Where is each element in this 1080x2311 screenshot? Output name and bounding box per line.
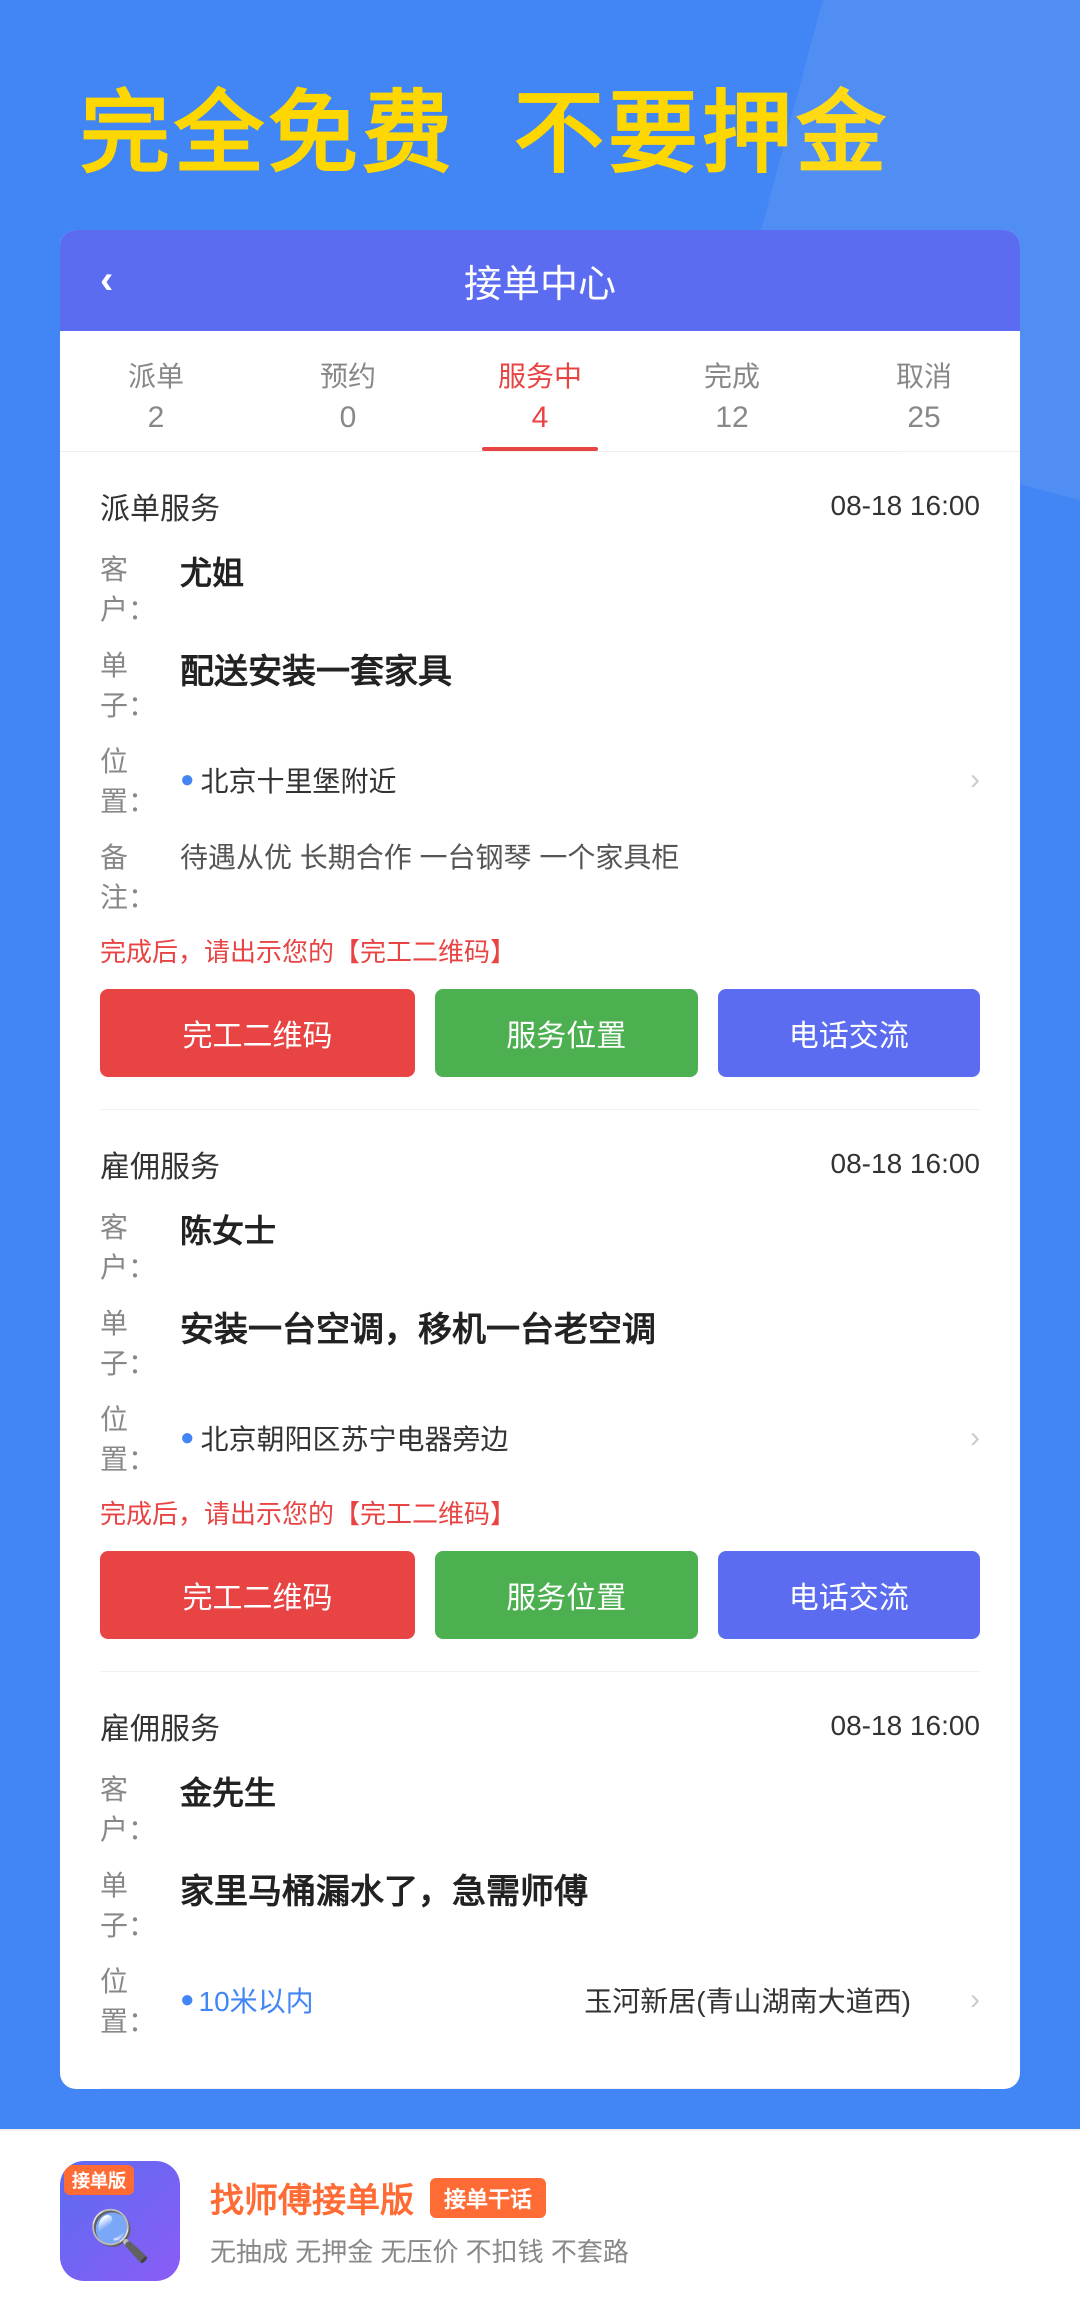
- customer-name: 尤姐: [180, 548, 244, 594]
- remark-row: 备注： 待遇从优 长期合作 一台钢琴 一个家具柜: [100, 836, 980, 916]
- customer-name: 金先生: [180, 1768, 276, 1814]
- tabs-bar: 派单 2 预约 0 服务中 4 完成 12 取消 25: [60, 331, 1020, 452]
- banner-title-row: 找师傅接单版 接单干话: [210, 2173, 1020, 2222]
- location-address: 北京朝阳区苏宁电器旁边: [201, 1418, 971, 1458]
- customer-name: 陈女士: [180, 1206, 276, 1252]
- service-location-button[interactable]: 服务位置: [435, 989, 698, 1077]
- order-label: 单子：: [100, 1864, 180, 1944]
- qr-code-button[interactable]: 完工二维码: [100, 1551, 415, 1639]
- remark-text: 待遇从优 长期合作 一台钢琴 一个家具柜: [180, 836, 679, 876]
- hero-title: 完全免费 不要押金: [80, 60, 1000, 190]
- order-time: 08-18 16:00: [831, 490, 980, 522]
- tab-count: 12: [715, 401, 748, 435]
- customer-row: 客户： 陈女士: [100, 1206, 980, 1286]
- order-card: 派单服务 08-18 16:00 客户： 尤姐 单子： 配送安装一套家具 位置：…: [100, 452, 980, 1110]
- tab-item-服务中[interactable]: 服务中 4: [444, 331, 636, 451]
- order-label: 单子：: [100, 644, 180, 724]
- location-row[interactable]: 位置： ● 北京十里堡附近 ›: [100, 740, 980, 820]
- remark-label: 备注：: [100, 836, 180, 916]
- order-label: 单子：: [100, 1302, 180, 1382]
- location-label: 位置：: [100, 740, 180, 820]
- nav-title: 接单中心: [464, 253, 616, 308]
- order-desc-row: 单子： 配送安装一套家具: [100, 644, 980, 724]
- order-time: 08-18 16:00: [831, 1710, 980, 1742]
- tab-item-完成[interactable]: 完成 12: [636, 331, 828, 451]
- order-type: 雇佣服务: [100, 1142, 220, 1186]
- service-location-button[interactable]: 服务位置: [435, 1551, 698, 1639]
- bottom-banner: 接单版 🔍 找师傅接单版 接单干话 无抽成 无押金 无压价 不扣钱 不套路: [0, 2129, 1080, 2311]
- tab-count: 4: [532, 401, 549, 435]
- order-time: 08-18 16:00: [831, 1148, 980, 1180]
- order-desc: 安装一台空调，移机一台老空调: [180, 1302, 656, 1351]
- order-desc: 家里马桶漏水了，急需师傅: [180, 1864, 588, 1913]
- location-dot-icon: ●: [180, 766, 195, 794]
- location-dot-icon: ●: [180, 1424, 195, 1452]
- order-type: 派单服务: [100, 484, 220, 528]
- order-desc-row: 单子： 安装一台空调，移机一台老空调: [100, 1302, 980, 1382]
- tab-label: 预约: [320, 355, 376, 395]
- order-desc: 配送安装一套家具: [180, 644, 452, 693]
- tab-item-预约[interactable]: 预约 0: [252, 331, 444, 451]
- banner-subtitle: 无抽成 无押金 无压价 不扣钱 不套路: [210, 2232, 1020, 2269]
- tab-label: 完成: [704, 355, 760, 395]
- tab-count: 2: [148, 401, 165, 435]
- hero-line2: 不要押金: [514, 84, 890, 184]
- order-header: 派单服务 08-18 16:00: [100, 484, 980, 528]
- action-buttons: 完工二维码 服务位置 电话交流: [100, 989, 980, 1077]
- qr-code-button[interactable]: 完工二维码: [100, 989, 415, 1077]
- phone-call-button[interactable]: 电话交流: [718, 1551, 981, 1639]
- location-label: 位置：: [100, 1960, 180, 2040]
- customer-row: 客户： 金先生: [100, 1768, 980, 1848]
- main-card: ‹ 接单中心 派单 2 预约 0 服务中 4 完成 12 取消 25 派单服务: [60, 230, 1020, 2089]
- tab-count: 0: [340, 401, 357, 435]
- banner-app-icon: 接单版 🔍: [60, 2161, 180, 2281]
- order-header: 雇佣服务 08-18 16:00: [100, 1704, 980, 1748]
- phone-call-button[interactable]: 电话交流: [718, 989, 981, 1077]
- tab-count: 25: [907, 401, 940, 435]
- chevron-right-icon: ›: [970, 1983, 980, 2017]
- location-label: 位置：: [100, 1398, 180, 1478]
- action-buttons: 完工二维码 服务位置 电话交流: [100, 1551, 980, 1639]
- location-dot-icon: ●: [180, 1986, 195, 2014]
- location-distance: 10米以内: [199, 1980, 585, 2020]
- back-button[interactable]: ‹: [100, 258, 113, 303]
- tab-label: 服务中: [498, 355, 582, 395]
- order-type: 雇佣服务: [100, 1704, 220, 1748]
- tab-label: 派单: [128, 355, 184, 395]
- tab-label: 取消: [896, 355, 952, 395]
- customer-label: 客户：: [100, 548, 180, 628]
- banner-tag-label: 接单干话: [430, 2178, 546, 2218]
- location-address: 玉河新居(青山湖南大道西): [584, 1980, 970, 2020]
- tab-item-派单[interactable]: 派单 2: [60, 331, 252, 451]
- order-card: 雇佣服务 08-18 16:00 客户： 金先生 单子： 家里马桶漏水了，急需师…: [100, 1672, 980, 2089]
- nav-bar: ‹ 接单中心: [60, 230, 1020, 331]
- hero-line1: 完全免费: [80, 84, 456, 184]
- customer-row: 客户： 尤姐: [100, 548, 980, 628]
- location-row[interactable]: 位置： ● 北京朝阳区苏宁电器旁边 ›: [100, 1398, 980, 1478]
- qr-tip: 完成后，请出示您的【完工二维码】: [100, 932, 980, 969]
- order-desc-row: 单子： 家里马桶漏水了，急需师傅: [100, 1864, 980, 1944]
- customer-label: 客户：: [100, 1206, 180, 1286]
- chevron-right-icon: ›: [970, 1421, 980, 1455]
- customer-label: 客户：: [100, 1768, 180, 1848]
- location-row[interactable]: 位置： ● 10米以内 玉河新居(青山湖南大道西) ›: [100, 1960, 980, 2040]
- banner-app-name: 找师傅接单版: [210, 2173, 414, 2222]
- location-address: 北京十里堡附近: [201, 760, 971, 800]
- chevron-right-icon: ›: [970, 763, 980, 797]
- order-card: 雇佣服务 08-18 16:00 客户： 陈女士 单子： 安装一台空调，移机一台…: [100, 1110, 980, 1672]
- qr-tip: 完成后，请出示您的【完工二维码】: [100, 1494, 980, 1531]
- banner-content: 找师傅接单版 接单干话 无抽成 无押金 无压价 不扣钱 不套路: [210, 2173, 1020, 2269]
- order-header: 雇佣服务 08-18 16:00: [100, 1142, 980, 1186]
- tab-item-取消[interactable]: 取消 25: [828, 331, 1020, 451]
- order-list: 派单服务 08-18 16:00 客户： 尤姐 单子： 配送安装一套家具 位置：…: [60, 452, 1020, 2089]
- banner-icon-tag: 接单版: [64, 2165, 134, 2195]
